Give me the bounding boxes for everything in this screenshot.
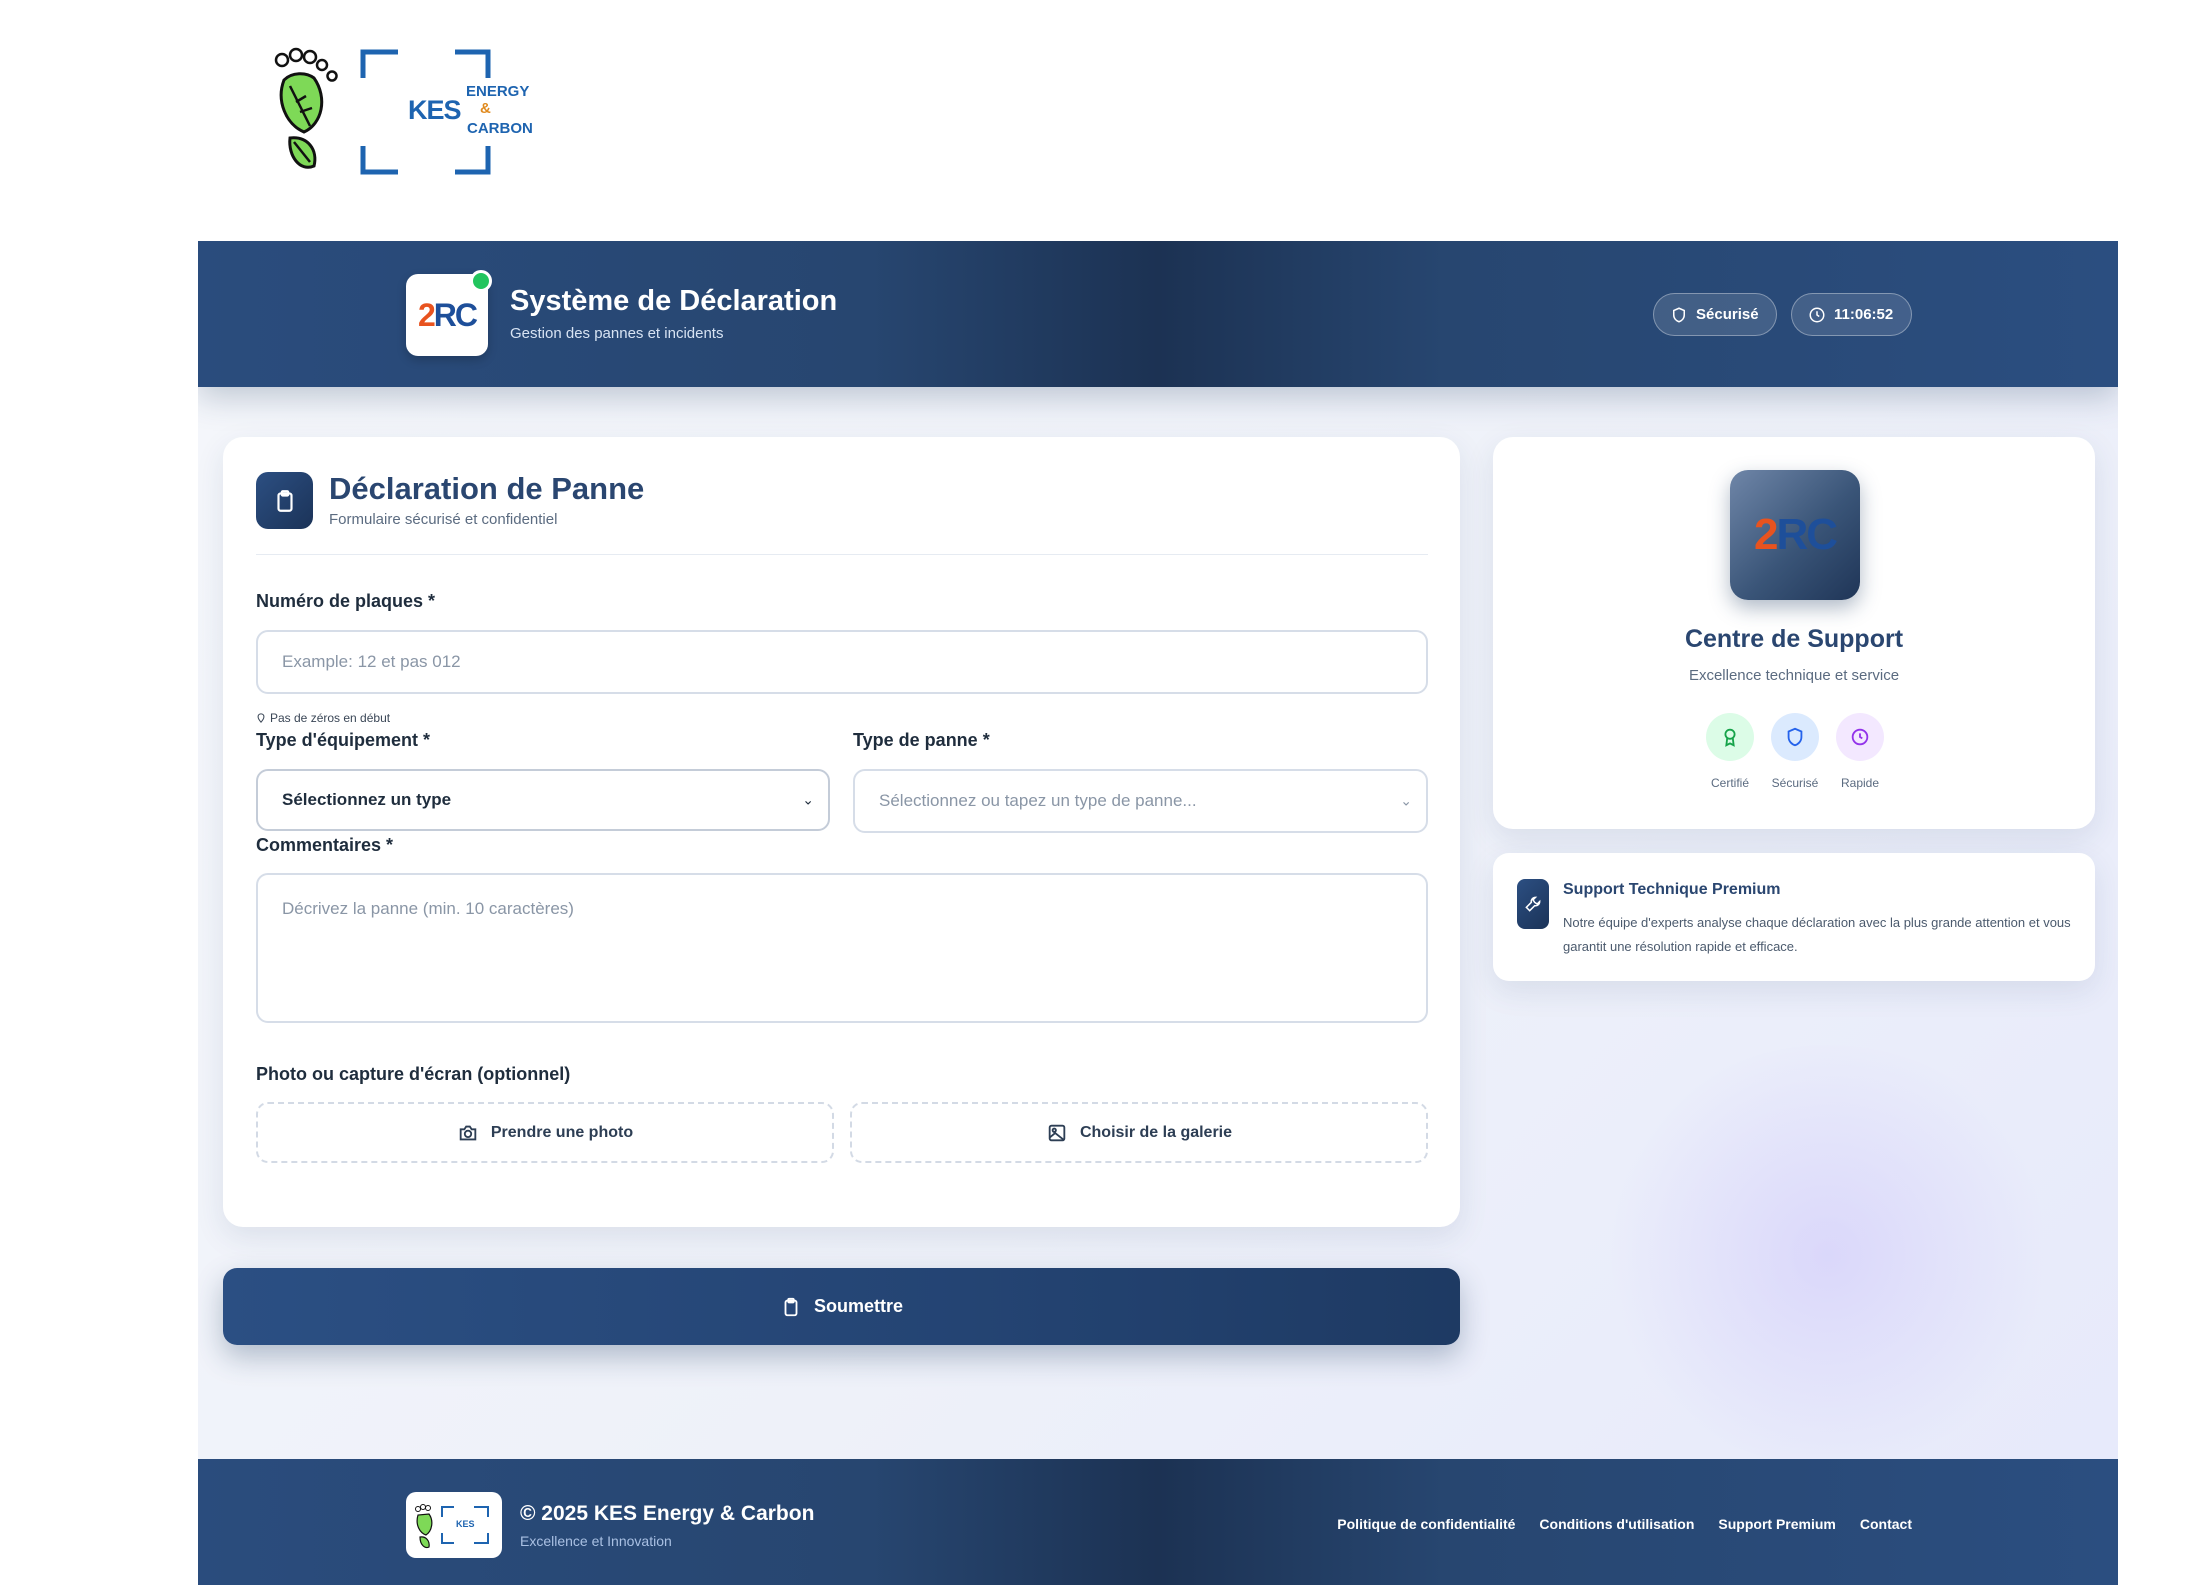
footer-logo: KES [406,1492,502,1558]
form-divider [256,554,1428,555]
equipment-selected-value: Sélectionnez un type [282,790,452,809]
declaration-form-card: Déclaration de Panne Formulaire sécurisé… [223,437,1460,1227]
plate-hint-text: Pas de zéros en début [270,711,391,725]
equipment-label: Type d'équipement * [256,730,430,750]
comments-placeholder: Décrivez la panne (min. 10 caractères) [282,899,574,918]
brand-logo[interactable]: 2RC [406,270,492,356]
support-subtitle: Excellence technique et service [1688,667,1900,684]
rc-logo-mark: 2RC [417,296,478,334]
award-icon [1724,728,1736,747]
premium-title: Support Technique Premium [1563,881,1781,898]
shield-icon [1787,727,1803,747]
rc-logo-rc: RC [433,296,478,333]
comments-textarea[interactable]: Décrivez la panne (min. 10 caractères) [256,873,1428,1023]
app-frame: 2RC Système de Déclaration Gestion des p… [198,241,2118,1585]
chevron-down-icon: ⌄ [1400,792,1412,809]
plate-label: Numéro de plaques * [256,591,436,611]
image-icon [1048,1124,1066,1141]
photo-label: Photo ou capture d'écran (optionnel) [256,1064,571,1084]
plate-hint: Pas de zéros en début [256,711,390,725]
clipboard-icon [256,472,313,529]
shield-icon [1673,306,1685,323]
kes-logo-amp: & [480,100,491,117]
rc-logo-two: 2 [417,296,436,333]
footer-link-premium-support[interactable]: Support Premium [1718,1516,1835,1532]
chevron-down-icon: ⌄ [802,791,814,808]
clock-time: 11:06:52 [1834,306,1894,323]
clock-icon [1851,728,1869,746]
gallery-button[interactable]: Choisir de la galerie [850,1102,1428,1163]
footer-title: © 2025 KES Energy & Carbon [520,1502,815,1525]
support-title: Centre de Support [1684,625,1904,653]
support-logo: 2RC [1730,470,1860,600]
online-status-dot [470,270,492,292]
secure-badge: Sécurisé [1653,293,1777,336]
gallery-label: Choisir de la galerie [1079,1123,1233,1141]
secure-badge-round [1771,713,1819,761]
kes-logo-main: KES [408,95,462,125]
premium-support-card: Support Technique Premium Notre équipe d… [1493,853,2095,981]
form-title: Déclaration de Panne [329,471,645,506]
equipment-select[interactable]: Sélectionnez un type ⌄ [256,769,830,831]
kes-logo: KES ENERGY & CARBON [270,46,540,178]
plate-input-placeholder: Example: 12 et pas 012 [282,652,461,671]
secure-badge-label: Sécurisé [1696,306,1759,323]
footer-subtitle: Excellence et Innovation [520,1533,672,1549]
fast-badge [1836,713,1884,761]
background-glow [1598,1045,2058,1465]
footer-logo-text: KES [456,1519,475,1529]
footer-links: Politique de confidentialité Conditions … [1337,1516,1912,1532]
comments-label: Commentaires * [256,835,394,855]
kes-logo-energy: ENERGY [466,83,530,100]
support-center-card: 2RC Centre de Support Excellence techniq… [1493,437,2095,829]
footer-link-contact[interactable]: Contact [1860,1516,1912,1532]
submit-button[interactable]: Soumettre [223,1268,1460,1345]
wrench-icon [1517,879,1549,929]
clock-icon [1809,307,1825,322]
plate-input[interactable]: Example: 12 et pas 012 [256,630,1428,694]
submit-label: Soumettre [813,1296,903,1316]
form-subtitle: Formulaire sécurisé et confidentiel [329,511,558,528]
take-photo-label: Prendre une photo [490,1123,634,1141]
app-header: 2RC Système de Déclaration Gestion des p… [198,241,2118,387]
clock-badge: 11:06:52 [1791,293,1912,336]
clipboard-icon [784,1297,798,1316]
rc-logo-mark: 2RC [1753,510,1838,560]
map-pin-icon [257,713,265,723]
rc-logo-two: 2 [1753,510,1779,559]
fault-placeholder: Sélectionnez ou tapez un type de panne..… [879,791,1197,810]
header-title: Système de Déclaration [510,285,838,317]
kes-logo-carbon: CARBON [467,120,533,137]
take-photo-button[interactable]: Prendre une photo [256,1102,834,1163]
app-footer: KES © 2025 KES Energy & Carbon Excellenc… [198,1459,2118,1585]
premium-text: Notre équipe d'experts analyse chaque dé… [1563,915,2071,954]
footer-link-terms[interactable]: Conditions d'utilisation [1539,1516,1694,1532]
fault-label: Type de panne * [853,730,990,750]
fast-label: Rapide [1840,776,1880,790]
certified-badge [1706,713,1754,761]
footer-link-privacy[interactable]: Politique de confidentialité [1337,1516,1515,1532]
header-subtitle: Gestion des pannes et incidents [510,325,724,342]
fault-combobox[interactable]: Sélectionnez ou tapez un type de panne..… [853,769,1428,833]
rc-logo-rc: RC [1776,510,1838,559]
camera-icon [459,1125,477,1140]
